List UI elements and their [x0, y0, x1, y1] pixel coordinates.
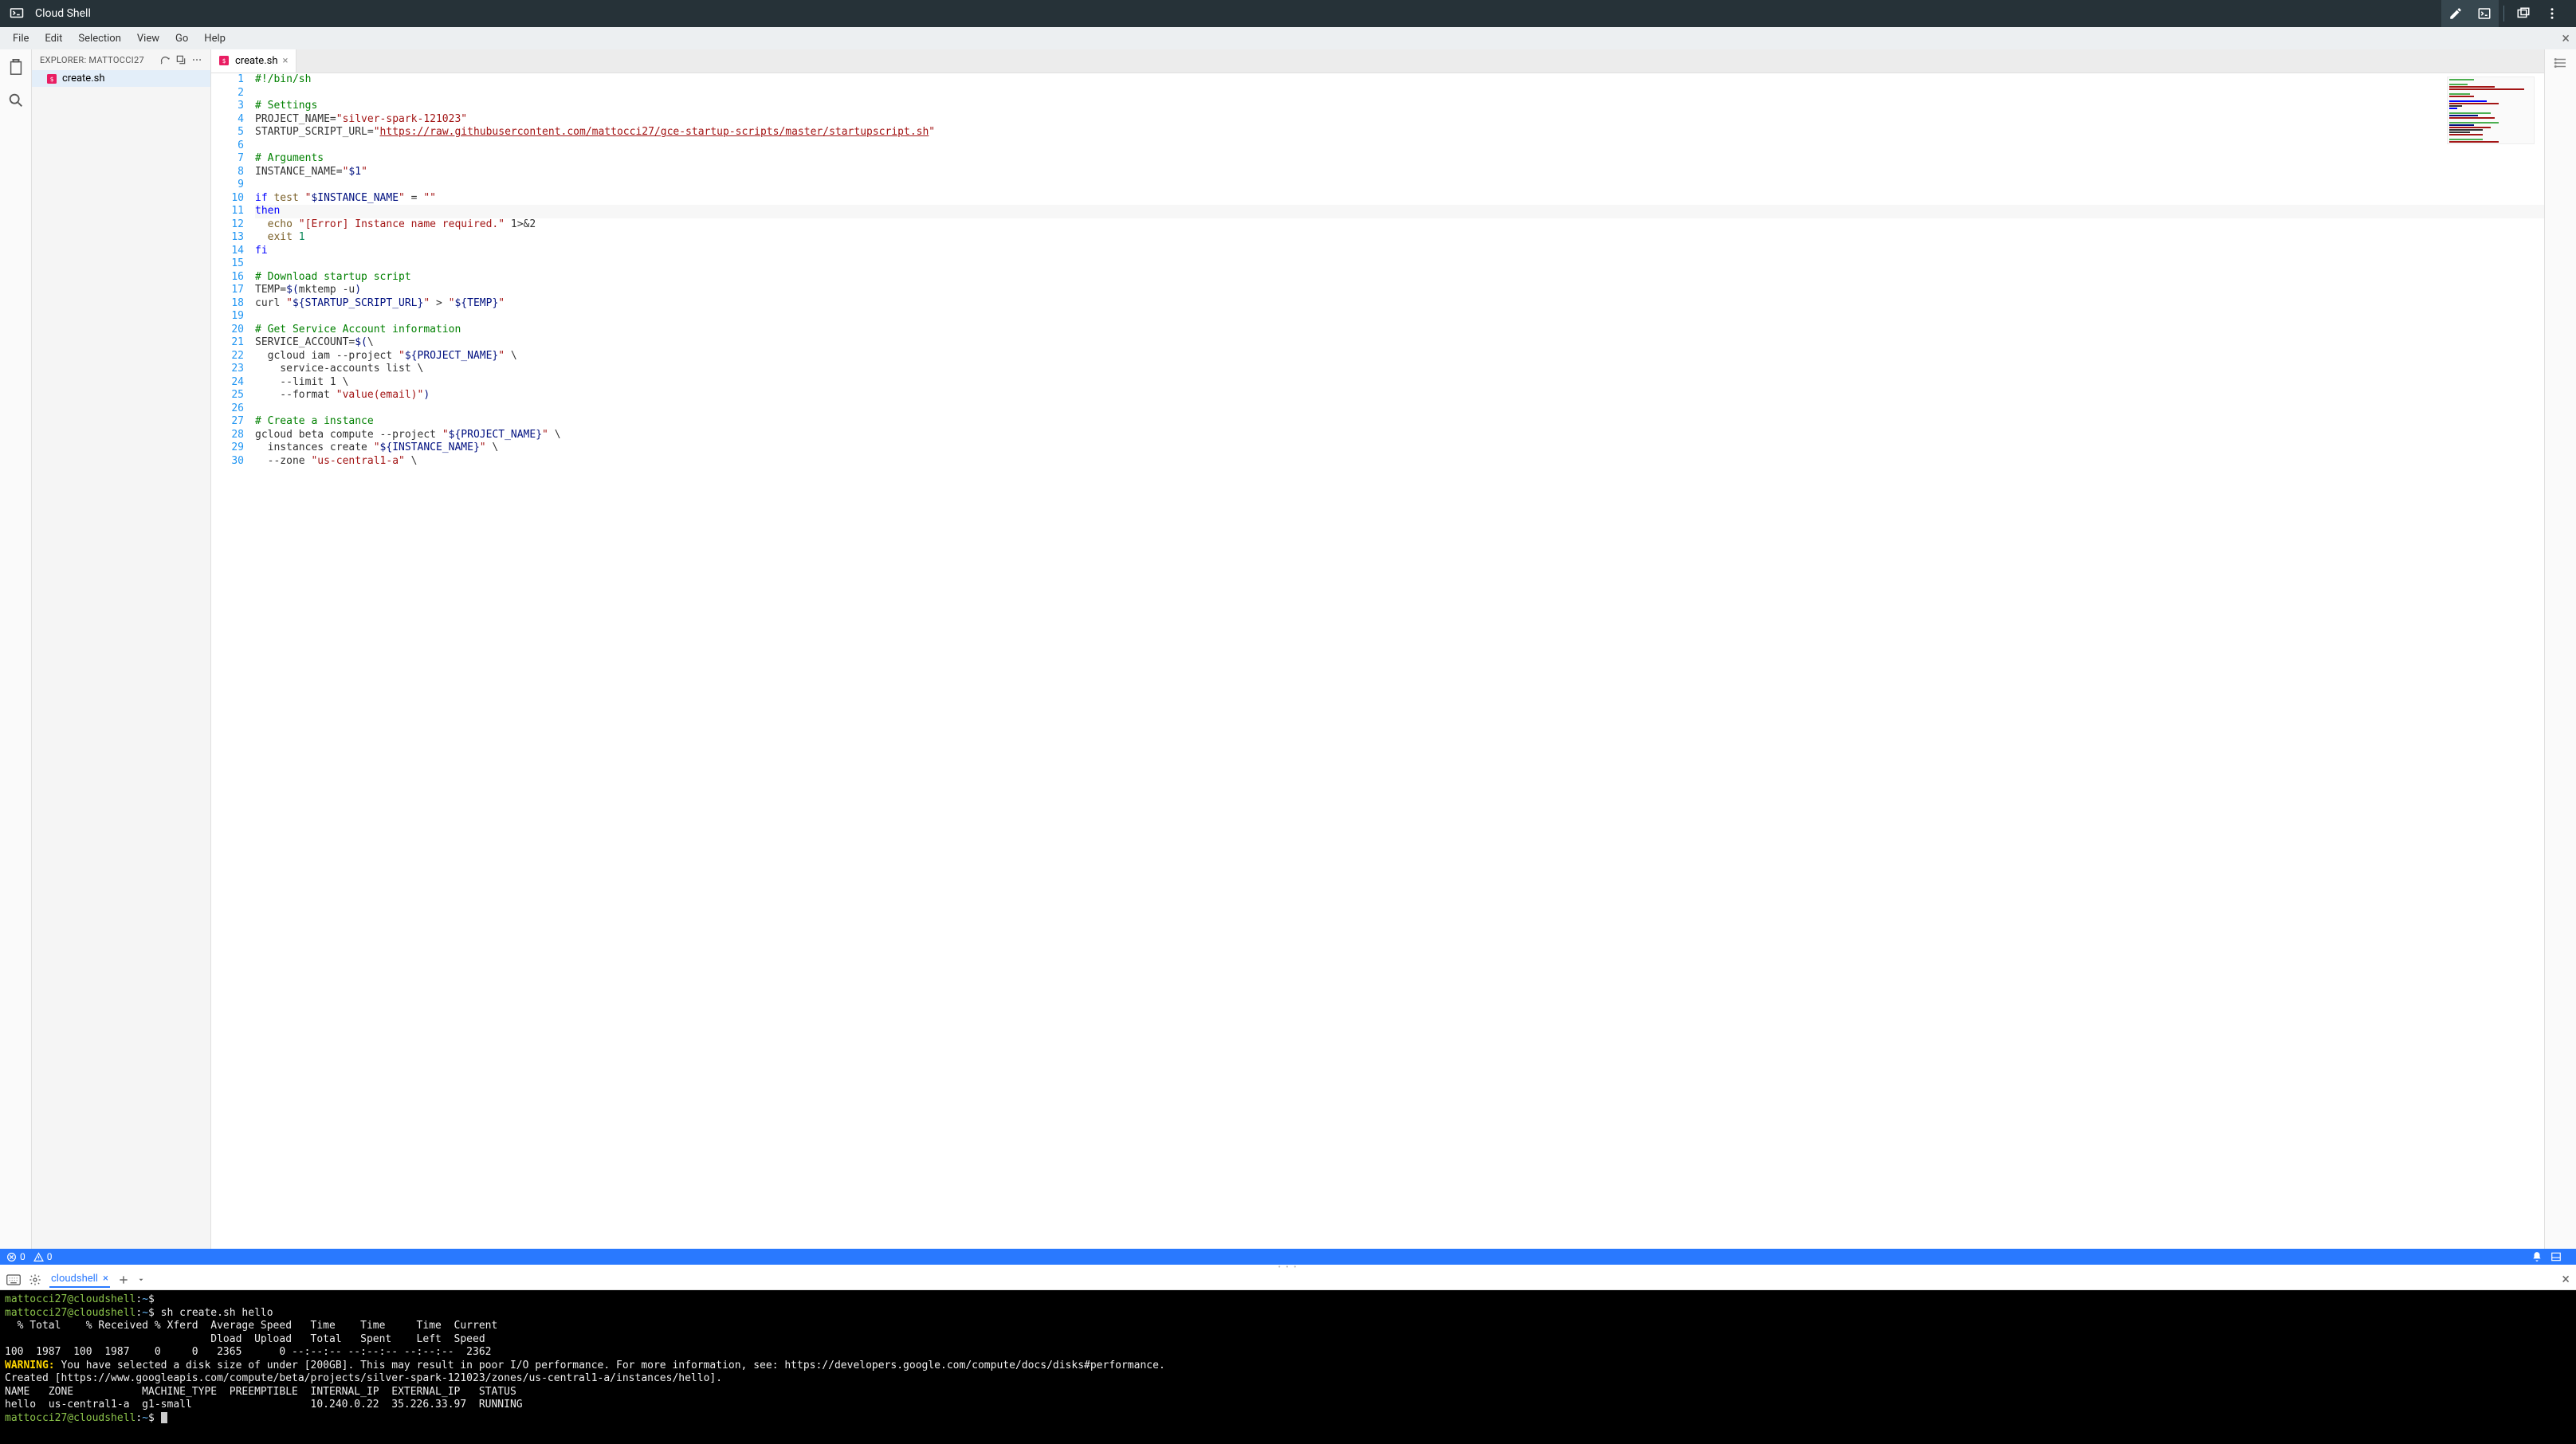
menubar-close-icon[interactable]: × [2562, 30, 2570, 47]
explorer-label: EXPLORER: MATTOCCI27 [40, 55, 155, 65]
outline-bar [2544, 49, 2576, 1249]
notifications-icon[interactable] [2531, 1251, 2543, 1262]
collapse-icon[interactable] [175, 54, 187, 65]
add-terminal-icon[interactable] [118, 1274, 129, 1285]
status-errors[interactable]: 0 [6, 1251, 26, 1262]
svg-text:$: $ [222, 57, 226, 65]
explorer-header: EXPLORER: MATTOCCI27 [32, 49, 210, 70]
terminal-dropdown-icon[interactable] [137, 1276, 145, 1284]
terminal-tabs: cloudshell × × [0, 1269, 2576, 1290]
editor-tabs: $ create.sh × [211, 49, 2544, 73]
tab-label: create.sh [235, 55, 278, 67]
status-warnings[interactable]: 0 [33, 1251, 53, 1262]
file-item[interactable]: $ create.sh [32, 70, 210, 87]
popout-icon[interactable] [2509, 0, 2538, 27]
titlebar-actions [2441, 0, 2566, 27]
titlebar: Cloud Shell [0, 0, 2576, 27]
outline-icon[interactable] [2554, 56, 2568, 70]
menu-edit[interactable]: Edit [37, 29, 70, 48]
terminal-tab[interactable]: cloudshell × [49, 1271, 110, 1288]
menu-selection[interactable]: Selection [70, 29, 128, 48]
shell-file-icon: $ [46, 73, 57, 84]
menu-file[interactable]: File [5, 29, 37, 48]
code-area[interactable]: 1234567891011121314151617181920212223242… [211, 73, 2544, 1249]
terminal-icon[interactable] [2470, 0, 2499, 27]
more-icon[interactable] [2538, 0, 2566, 27]
editor: $ create.sh × 12345678910111213141516171… [211, 49, 2544, 1249]
activity-bar [0, 49, 32, 1249]
menu-go[interactable]: Go [167, 29, 196, 48]
line-gutter: 1234567891011121314151617181920212223242… [211, 73, 255, 1249]
shell-file-icon: $ [219, 56, 230, 67]
terminal-panel: • • • cloudshell × × mattocci27@cloudshe… [0, 1265, 2576, 1444]
explorer-sidebar: EXPLORER: MATTOCCI27 $ create.sh [32, 49, 211, 1249]
terminal-tab-label: cloudshell [51, 1273, 98, 1285]
tab-close-icon[interactable]: × [283, 55, 289, 67]
workspace: EXPLORER: MATTOCCI27 $ create.sh $ [0, 49, 2576, 1249]
menu-view[interactable]: View [129, 29, 167, 48]
titlebar-title: Cloud Shell [35, 7, 2441, 20]
files-icon[interactable] [6, 57, 26, 77]
search-icon[interactable] [6, 91, 26, 110]
keyboard-icon[interactable] [6, 1274, 21, 1285]
more-icon[interactable] [191, 54, 202, 65]
menu-help[interactable]: Help [196, 29, 234, 48]
code-content[interactable]: #!/bin/sh# SettingsPROJECT_NAME="silver-… [255, 73, 2544, 1249]
svg-text:$: $ [50, 76, 54, 83]
file-name: create.sh [62, 73, 105, 84]
menubar: File Edit Selection View Go Help × [0, 27, 2576, 49]
refresh-icon[interactable] [159, 54, 171, 65]
titlebar-divider [2503, 6, 2504, 22]
tab-create-sh[interactable]: $ create.sh × [211, 49, 296, 73]
terminal-output[interactable]: mattocci27@cloudshell:~$ mattocci27@clou… [0, 1290, 2576, 1444]
edit-icon[interactable] [2441, 0, 2470, 27]
terminal-tab-close-icon[interactable]: × [103, 1273, 108, 1285]
cloud-shell-icon [10, 6, 24, 21]
settings-icon[interactable] [29, 1273, 41, 1286]
layout-icon[interactable] [2550, 1251, 2562, 1262]
terminal-panel-close-icon[interactable]: × [2562, 1271, 2570, 1288]
minimap[interactable] [2447, 77, 2535, 144]
